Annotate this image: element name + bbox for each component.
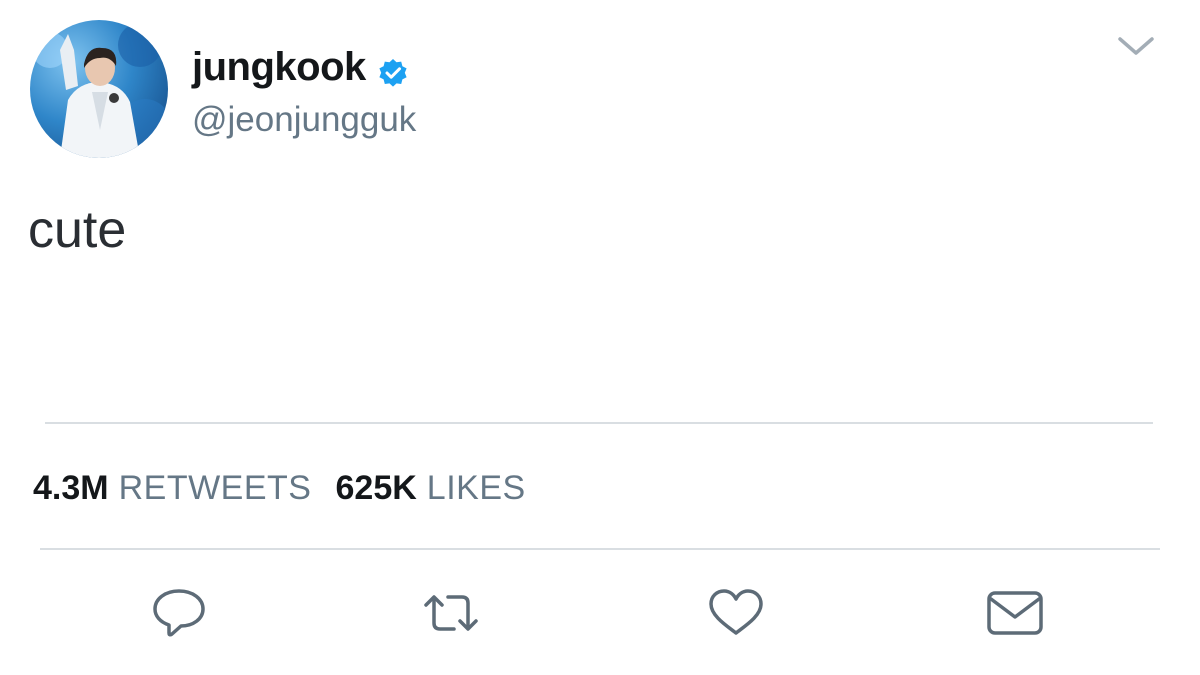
retweets-label[interactable]: RETWEETS [119, 469, 312, 508]
envelope-icon [987, 591, 1043, 635]
direct-message-button[interactable] [984, 585, 1046, 641]
avatar-photo [32, 23, 168, 158]
retweets-count[interactable]: 4.3M [33, 469, 109, 508]
divider [40, 548, 1160, 550]
author-display-name[interactable]: jungkook [192, 45, 408, 90]
retweet-arrows-icon [424, 595, 478, 631]
heart-icon [709, 589, 763, 635]
tweet-stats: 4.3M RETWEETS 625K LIKES [33, 469, 526, 508]
verified-badge-icon [378, 53, 408, 87]
divider [45, 422, 1153, 424]
display-name-text: jungkook [192, 45, 366, 89]
tweet-text: cute [28, 201, 127, 259]
likes-count[interactable]: 625K [336, 469, 417, 508]
retweet-button[interactable] [420, 585, 482, 641]
chevron-down-icon[interactable] [1116, 32, 1156, 60]
author-handle[interactable]: @jeonjungguk [192, 100, 416, 140]
speech-bubble-icon [153, 589, 205, 637]
like-button[interactable] [705, 585, 767, 641]
likes-label[interactable]: LIKES [427, 469, 526, 508]
reply-button[interactable] [148, 585, 210, 641]
avatar[interactable] [30, 20, 168, 158]
